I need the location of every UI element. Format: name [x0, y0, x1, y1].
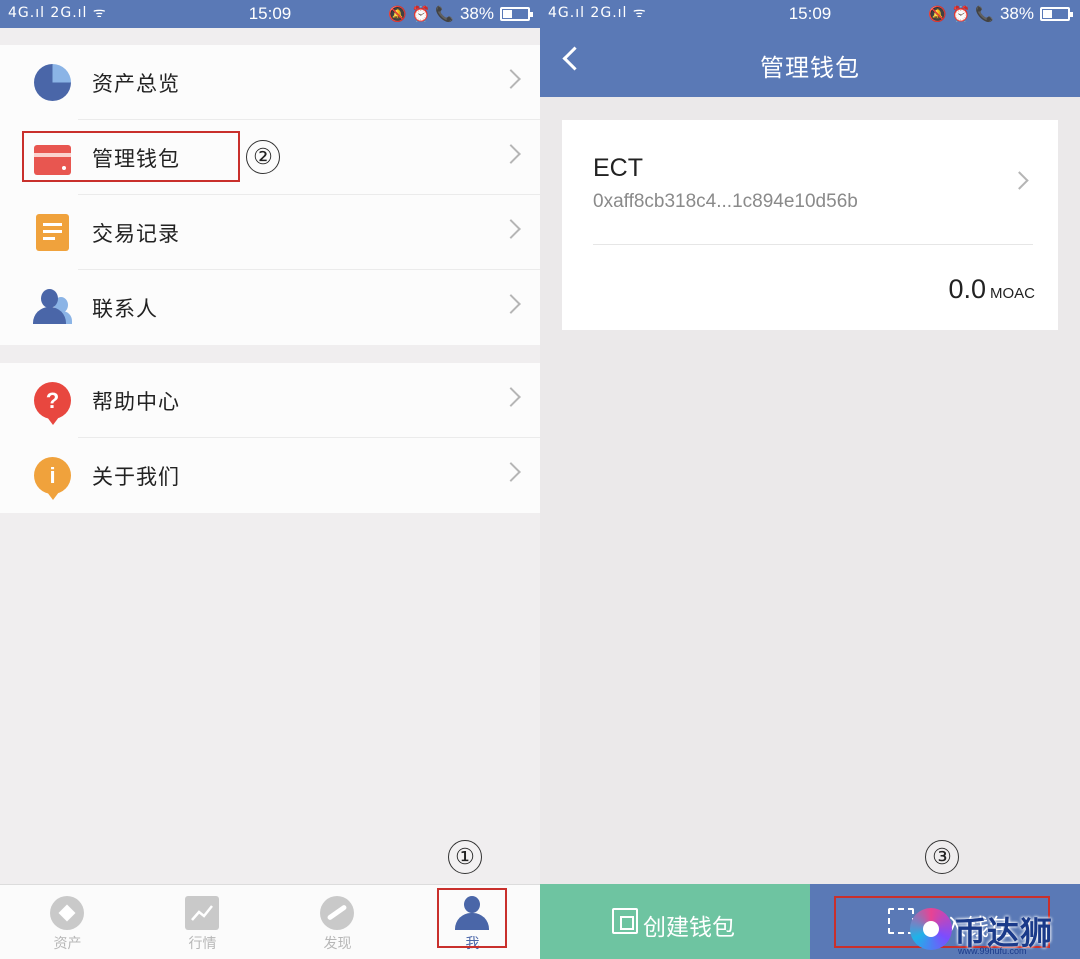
contacts-icon	[32, 289, 72, 326]
document-icon	[36, 214, 69, 251]
create-wallet-button[interactable]: 创建钱包	[540, 884, 810, 959]
menu-group-main: 资产总览 管理钱包 交易记录 联系人	[0, 45, 540, 345]
tab-discover[interactable]: 发现	[270, 885, 405, 959]
tab-label: 发现	[323, 935, 352, 951]
menu-item-label: 联系人	[92, 297, 158, 321]
menu-item-contacts[interactable]: 联系人	[0, 270, 540, 345]
discover-icon	[320, 896, 354, 930]
menu-item-about-us[interactable]: i 关于我们	[0, 438, 540, 513]
menu-item-asset-overview[interactable]: 资产总览	[0, 45, 540, 120]
info-icon: i	[34, 457, 71, 500]
manage-wallet-screen: 4G.ıl 2G.ıl ᯤ 15:09 🔕 ⏰ 📞 38% 管理钱包 ECT 0…	[540, 0, 1080, 959]
status-bar: 4G.ıl 2G.ıl ᯤ 15:09 🔕 ⏰ 📞 38%	[0, 0, 540, 28]
chevron-right-icon	[501, 219, 521, 239]
page-title: 管理钱包	[760, 55, 860, 82]
watermark-logo-icon	[910, 908, 952, 950]
tab-label: 资产	[53, 935, 82, 951]
status-bar: 4G.ıl 2G.ıl ᯤ 15:09 🔕 ⏰ 📞 38%	[540, 0, 1080, 28]
wallet-address: 0xaff8cb318c4...1c894e10d56b	[593, 191, 858, 212]
battery-icon	[1040, 7, 1073, 21]
market-icon	[185, 896, 219, 930]
menu-item-label: 关于我们	[92, 465, 180, 489]
wallet-name: ECT	[593, 154, 643, 182]
status-icons: 🔕 ⏰ 📞	[388, 5, 454, 23]
menu-item-transactions[interactable]: 交易记录	[0, 195, 540, 270]
chevron-right-icon	[501, 462, 521, 482]
menu-item-label: 帮助中心	[92, 390, 180, 414]
profile-screen: 4G.ıl 2G.ıl ᯤ 15:09 🔕 ⏰ 📞 38% 资产总览 管理钱包 …	[0, 0, 540, 959]
nav-bar: 4G.ıl 2G.ıl ᯤ 15:09 🔕 ⏰ 📞 38% 管理钱包	[540, 0, 1080, 97]
create-wallet-label: 创建钱包	[643, 914, 735, 940]
wallet-balance: 0.0 MOAC	[948, 274, 1035, 305]
chevron-right-icon	[501, 387, 521, 407]
watermark: 币达狮子 www.99hufu.com	[910, 902, 1080, 959]
tab-label: 行情	[188, 935, 217, 951]
chevron-right-icon	[501, 294, 521, 314]
battery-percent: 38%	[999, 4, 1034, 23]
chevron-right-icon	[501, 144, 521, 164]
menu-item-label: 交易记录	[92, 222, 180, 246]
asset-icon	[50, 896, 84, 930]
watermark-url: www.99hufu.com	[958, 946, 1027, 956]
battery-icon	[500, 7, 533, 21]
annotation-box-me-tab	[437, 888, 507, 948]
chevron-right-icon	[501, 69, 521, 89]
annotation-step-3: ③	[925, 840, 959, 874]
pie-chart-icon	[34, 64, 71, 101]
wallet-add-icon	[612, 908, 638, 934]
tab-market[interactable]: 行情	[135, 885, 270, 959]
balance-unit: MOAC	[990, 285, 1035, 302]
annotation-box-manage-wallet	[22, 131, 240, 182]
balance-value: 0.0	[948, 274, 986, 304]
help-icon: ?	[34, 382, 71, 425]
menu-group-support: ? 帮助中心 i 关于我们	[0, 363, 540, 513]
divider	[593, 244, 1033, 245]
tab-asset[interactable]: 资产	[0, 885, 135, 959]
menu-item-label: 资产总览	[92, 72, 180, 96]
wallet-card[interactable]: ECT 0xaff8cb318c4...1c894e10d56b 0.0 MOAC	[562, 120, 1058, 330]
menu-item-help-center[interactable]: ? 帮助中心	[0, 363, 540, 438]
annotation-step-2: ②	[246, 140, 280, 174]
battery-percent: 38%	[459, 4, 494, 23]
chevron-right-icon	[1010, 171, 1029, 190]
annotation-step-1: ①	[448, 840, 482, 874]
status-icons: 🔕 ⏰ 📞	[928, 5, 994, 23]
